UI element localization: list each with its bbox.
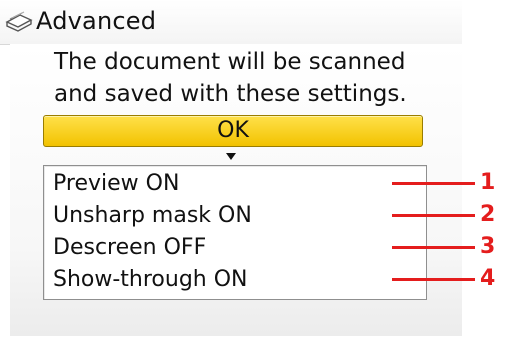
callout-line-1 bbox=[392, 182, 475, 185]
settings-item-descreen: Descreen OFF bbox=[53, 235, 207, 260]
callout-number-3: 3 bbox=[480, 234, 496, 259]
confirmation-message: The document will be scanned and saved w… bbox=[54, 46, 434, 110]
callout-number-4: 4 bbox=[480, 266, 496, 291]
callout-line-2 bbox=[392, 214, 475, 217]
scan-advanced-screen: Advanced The document will be scanned an… bbox=[0, 0, 506, 339]
message-line-1: The document will be scanned bbox=[54, 49, 406, 75]
callout-line-4 bbox=[392, 278, 475, 281]
ok-button[interactable]: OK bbox=[43, 115, 423, 147]
scan-icon bbox=[5, 11, 33, 32]
settings-item-preview: Preview ON bbox=[53, 171, 180, 196]
callout-line-3 bbox=[392, 246, 475, 249]
settings-item-unsharp-mask: Unsharp mask ON bbox=[53, 203, 252, 228]
down-arrow-icon bbox=[226, 153, 236, 160]
callout-number-2: 2 bbox=[480, 202, 496, 227]
title-bar: Advanced bbox=[0, 0, 462, 45]
callout-number-1: 1 bbox=[480, 170, 496, 195]
page-title: Advanced bbox=[36, 7, 157, 35]
settings-list: Preview ON Unsharp mask ON Descreen OFF … bbox=[43, 165, 427, 300]
message-line-2: and saved with these settings. bbox=[54, 81, 407, 107]
settings-item-show-through: Show-through ON bbox=[53, 267, 248, 292]
